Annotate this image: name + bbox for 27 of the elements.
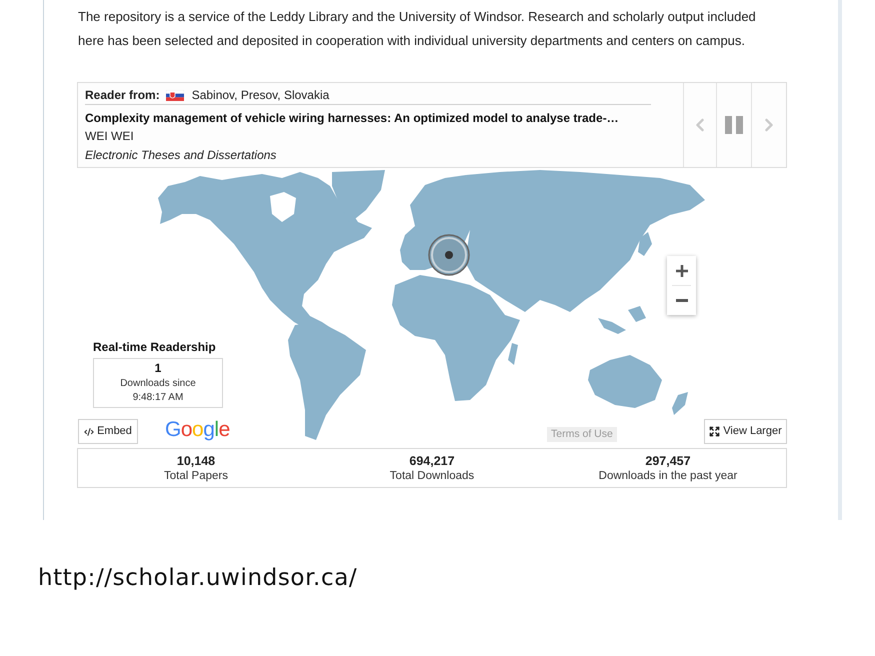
code-icon (84, 426, 94, 436)
stat-value: 297,457 (645, 454, 691, 468)
stat-label: Downloads in the past year (598, 468, 738, 482)
stat-value: 694,217 (409, 454, 455, 468)
paper-collection: Electronic Theses and Dissertations (85, 147, 278, 164)
paper-author: WEI WEI (85, 128, 135, 145)
map-provider-logo: Google (165, 417, 230, 443)
reader-location: Sabinov, Presov, Slovakia (192, 87, 330, 104)
pause-icon (725, 116, 743, 134)
stat-label: Total Downloads (390, 468, 474, 482)
zoom-in-icon (676, 264, 688, 276)
intro-paragraph: The repository is a service of the Leddy Library and the University of Windsor. Research and scholarly output included here has been selected and deposited in cooperation with individual university departments and centers on campus. (78, 8, 757, 50)
stat-value: 10,148 (176, 454, 216, 468)
flag-icon (166, 90, 184, 100)
map-marker-icon (428, 234, 470, 276)
embed-button[interactable]: Embed (78, 419, 138, 444)
readership-title: Real-time Readership (93, 340, 217, 355)
expand-icon (709, 426, 720, 437)
download-count: 1 (154, 361, 162, 376)
since-time: 9:48:17 AM (132, 391, 184, 405)
reader-from-label: Reader from: (85, 87, 160, 104)
zoom-out-icon (676, 299, 688, 302)
source-url-text: http://scholar.uwindsor.ca/ (38, 565, 358, 591)
paper-title: Complexity management of vehicle wiring harnesses: An optimized model to analyse trade-… (85, 110, 620, 127)
stat-label: Total Papers (164, 468, 228, 482)
downloads-since-label: Downloads since (120, 377, 196, 391)
view-larger-button[interactable]: View Larger (704, 419, 787, 444)
